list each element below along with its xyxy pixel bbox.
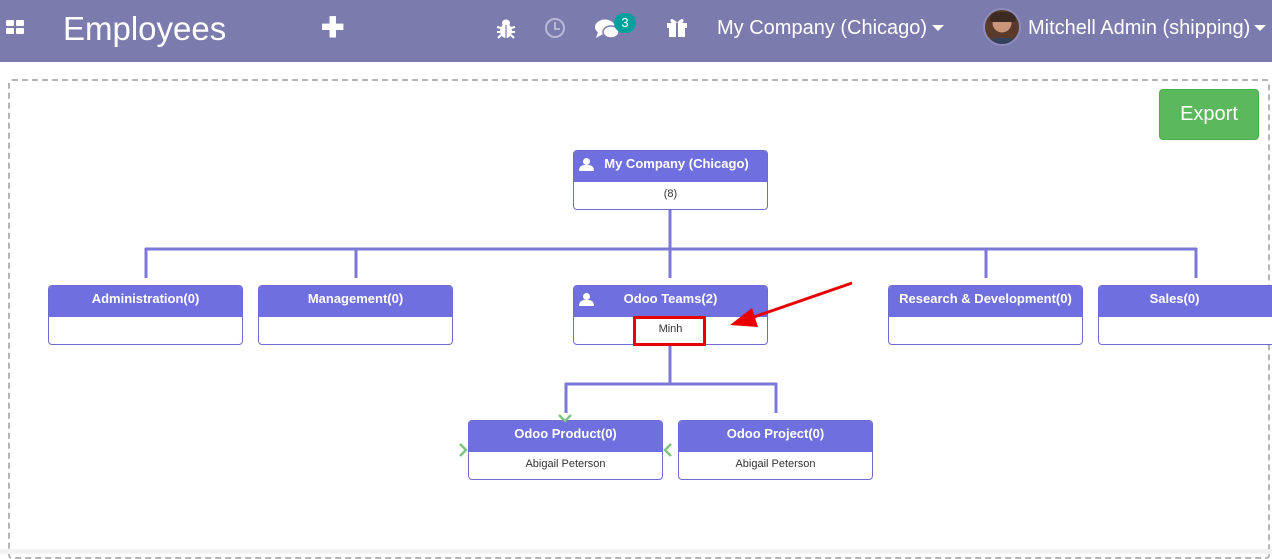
org-node-content: (8) [663,188,678,200]
org-node-content [49,317,242,344]
org-node-management[interactable]: Management(0) [258,285,453,345]
top-navbar: Employees ✚ 3 My Company (Chicago) Mitch… [0,0,1272,62]
org-node-label: My Company (Chicago) [604,156,749,171]
company-switcher[interactable]: My Company (Chicago) [717,17,927,40]
org-node-title: Odoo Project(0) [679,421,872,452]
user-avatar[interactable] [983,8,1021,46]
org-node-label: Odoo Teams(2) [623,291,718,306]
clock-icon[interactable] [545,18,565,38]
org-node-content: Abigail Peterson [735,458,816,470]
app-title[interactable]: Employees [63,10,226,48]
gift-icon[interactable] [666,16,688,38]
org-node-title: Sales(0) [1099,286,1272,317]
org-node-odoo-project[interactable]: Odoo Project(0) Abigail Peterson [678,420,873,480]
org-node-content [889,317,1082,344]
org-node-title: My Company (Chicago) [574,151,767,182]
plus-icon[interactable]: ✚ [321,14,344,42]
export-button[interactable]: Export [1159,89,1259,140]
org-node-odoo-product[interactable]: Odoo Product(0) Abigail Peterson [468,420,663,480]
org-node-content [259,317,452,344]
org-node-title: Odoo Teams(2) [574,286,767,317]
org-node-administration[interactable]: Administration(0) [48,285,243,345]
org-node-sales[interactable]: Sales(0) [1098,285,1272,345]
messages-badge: 3 [614,13,636,33]
chevron-left-icon[interactable] [663,442,673,458]
org-node-title: Management(0) [259,286,452,317]
person-icon [579,293,594,306]
org-node-title: Odoo Product(0) [469,421,662,452]
org-node-content: Abigail Peterson [525,458,606,470]
chevron-right-icon[interactable] [458,442,468,458]
highlight-box [633,316,706,346]
org-node-root[interactable]: My Company (Chicago) (8) [573,150,768,210]
person-icon [579,158,594,171]
org-node-content [1099,317,1272,344]
chevron-down-icon[interactable] [557,413,573,423]
chevron-down-icon[interactable] [932,25,944,31]
org-node-title: Research & Development(0) [889,286,1082,317]
user-menu[interactable]: Mitchell Admin (shipping) [1028,17,1250,40]
apps-menu-icon[interactable] [6,20,26,36]
bug-icon[interactable] [496,17,516,39]
chevron-down-icon[interactable] [1254,25,1266,31]
org-node-research-development[interactable]: Research & Development(0) [888,285,1083,345]
bottom-divider [0,549,1272,554]
org-node-title: Administration(0) [49,286,242,317]
